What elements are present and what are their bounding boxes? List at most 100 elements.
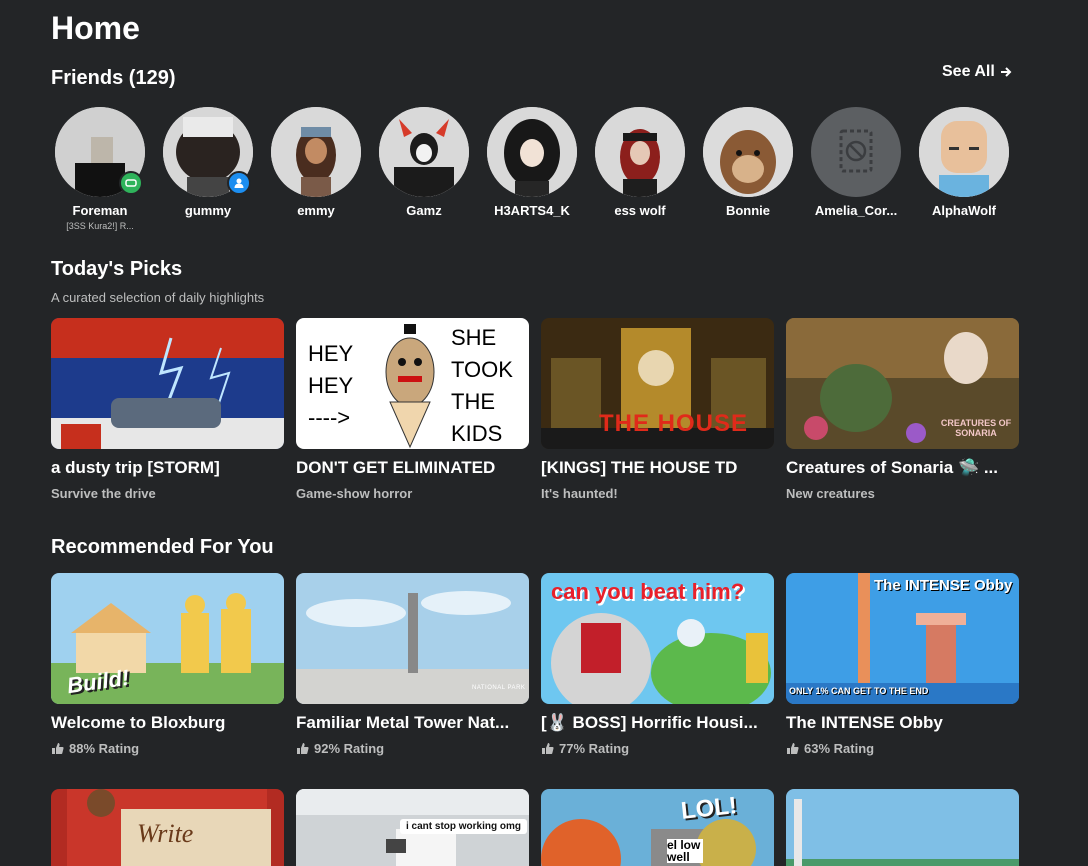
see-all-friends-link[interactable]: See All <box>942 63 1013 81</box>
game-thumbnail[interactable]: Write <box>51 789 284 866</box>
game-title: The INTENSE Obby <box>786 713 943 732</box>
thumb-caption: NATIONAL PARK <box>472 685 526 691</box>
game-thumbnail[interactable] <box>786 789 1019 866</box>
game-title: [KINGS] THE HOUSE TD <box>541 458 738 477</box>
todays-picks-row: a dusty trip [STORM] Survive the drive H… <box>51 318 1019 501</box>
game-thumbnail[interactable]: HEY HEY ----> SHE TOOK THE KIDS <box>296 318 529 449</box>
friend-name: Gamz <box>406 203 442 218</box>
game-rating: 88% Rating <box>51 741 284 756</box>
game-tile[interactable]: Write <box>51 789 284 866</box>
friend-avatar[interactable] <box>487 107 577 197</box>
friend-tile[interactable]: Foreman [3SS Kura2!] R... <box>55 107 145 231</box>
game-title: DON'T GET ELIMINATED <box>296 458 496 477</box>
game-thumbnail[interactable]: can you beat him? <box>541 573 774 704</box>
thumb-caption: Write <box>137 819 194 848</box>
thumbs-up-icon <box>52 743 64 754</box>
friend-avatar[interactable] <box>55 107 145 197</box>
game-tagline: Game-show horror <box>296 486 413 501</box>
game-tagline: New creatures <box>786 486 875 501</box>
friend-avatar[interactable] <box>271 107 361 197</box>
game-thumbnail[interactable]: The INTENSE Obby ONLY 1% CAN GET TO THE … <box>786 573 1019 704</box>
thumb-caption-right: SHE TOOK THE KIDS <box>451 325 513 446</box>
arrow-right-icon <box>1000 67 1012 77</box>
thumb-subcaption: el low well <box>667 839 703 863</box>
game-thumbnail[interactable]: LOL! el low well <box>541 789 774 866</box>
recommended-title: Recommended For You <box>51 536 274 558</box>
thumbs-up-icon <box>787 743 799 754</box>
friend-name: Bonnie <box>725 203 771 218</box>
game-rating: 63% Rating <box>786 741 1019 756</box>
online-icon <box>227 171 251 195</box>
thumb-caption: The INTENSE Obby <box>874 577 1013 594</box>
recommended-row: Build! Welcome to Bloxburg 88% Rating NA… <box>51 573 1019 756</box>
thumbs-up-icon <box>297 743 309 754</box>
game-thumbnail[interactable]: THE HOUSE <box>541 318 774 449</box>
game-tile[interactable]: LOL! el low well <box>541 789 774 866</box>
friend-tile[interactable]: Amelia_Cor... <box>811 107 901 231</box>
game-thumbnail[interactable] <box>51 318 284 449</box>
friend-name: ess wolf <box>614 203 666 218</box>
thumb-caption: can you beat him? <box>551 579 745 604</box>
game-title: [🐰 BOSS] Horrific Housi... <box>541 713 758 732</box>
game-tile[interactable]: a dusty trip [STORM] Survive the drive <box>51 318 284 501</box>
rating-value: 63% Rating <box>804 741 875 756</box>
more-games-row: Write i cant stop working omg LOL! el lo… <box>51 789 1019 866</box>
rating-value: 92% Rating <box>314 741 385 756</box>
speech-bubble: i cant stop working omg <box>400 819 528 834</box>
friend-tile[interactable]: Gamz <box>379 107 469 231</box>
friend-tile[interactable]: gummy <box>163 107 253 231</box>
friend-avatar[interactable] <box>595 107 685 197</box>
todays-picks-title: Today's Picks <box>51 258 183 280</box>
friend-avatar[interactable] <box>811 107 901 197</box>
thumbs-up-icon <box>542 743 554 754</box>
friend-tile[interactable]: Bonnie <box>703 107 793 231</box>
friend-avatar[interactable] <box>163 107 253 197</box>
page-title: Home <box>51 10 140 46</box>
game-tagline: It's haunted! <box>541 486 618 501</box>
game-title: Familiar Metal Tower Nat... <box>296 713 510 732</box>
game-tile[interactable]: The INTENSE Obby ONLY 1% CAN GET TO THE … <box>786 573 1019 756</box>
friend-name: gummy <box>184 203 232 218</box>
game-tagline: Survive the drive <box>51 486 156 501</box>
friends-carousel: Foreman [3SS Kura2!] R... gummy emmy Gam… <box>55 107 1009 231</box>
friend-name: AlphaWolf <box>931 203 997 218</box>
game-thumbnail[interactable]: Build! <box>51 573 284 704</box>
friend-name: H3ARTS4_K <box>494 203 570 218</box>
see-all-label[interactable]: See All <box>942 63 995 81</box>
thumb-subcaption: ONLY 1% CAN GET TO THE END <box>789 686 929 696</box>
friend-avatar[interactable] <box>379 107 469 197</box>
game-tile[interactable]: CREATURES OF SONARIA Creatures of Sonari… <box>786 318 1019 501</box>
game-rating: 77% Rating <box>541 741 774 756</box>
game-tile[interactable]: HEY HEY ----> SHE TOOK THE KIDS DON'T GE… <box>296 318 529 501</box>
friend-tile[interactable]: ess wolf <box>595 107 685 231</box>
game-title: Creatures of Sonaria 🛸 ... <box>786 458 999 477</box>
game-thumbnail[interactable]: i cant stop working omg <box>296 789 529 866</box>
friend-tile[interactable]: AlphaWolf <box>919 107 1009 231</box>
friend-status: [3SS Kura2!] R... <box>66 221 134 231</box>
rating-value: 77% Rating <box>559 741 630 756</box>
friend-name: Foreman <box>72 203 128 218</box>
game-thumbnail[interactable]: CREATURES OF SONARIA <box>786 318 1019 449</box>
game-thumbnail[interactable]: NATIONAL PARK <box>296 573 529 704</box>
game-tile[interactable] <box>786 789 1019 866</box>
game-tile[interactable]: Build! Welcome to Bloxburg 88% Rating <box>51 573 284 756</box>
friend-tile[interactable]: H3ARTS4_K <box>487 107 577 231</box>
friends-title[interactable]: Friends (129) <box>51 67 175 90</box>
friend-avatar[interactable] <box>919 107 1009 197</box>
game-title: a dusty trip [STORM] <box>51 458 220 477</box>
game-tile[interactable]: THE HOUSE [KINGS] THE HOUSE TD It's haun… <box>541 318 774 501</box>
thumb-caption: THE HOUSE <box>599 410 749 437</box>
game-tile[interactable]: i cant stop working omg <box>296 789 529 866</box>
todays-picks-subtitle: A curated selection of daily highlights <box>51 290 265 305</box>
game-tile[interactable]: NATIONAL PARK Familiar Metal Tower Nat..… <box>296 573 529 756</box>
rating-value: 88% Rating <box>69 741 140 756</box>
thumb-caption-left: HEY HEY ----> <box>308 341 354 430</box>
friend-tile[interactable]: emmy <box>271 107 361 231</box>
game-rating: 92% Rating <box>296 741 529 756</box>
friend-name: Amelia_Cor... <box>814 203 898 218</box>
friend-avatar[interactable] <box>703 107 793 197</box>
in-game-icon <box>119 171 143 195</box>
thumb-caption: LOL! <box>679 792 739 825</box>
game-tile[interactable]: can you beat him? [🐰 BOSS] Horrific Hous… <box>541 573 774 756</box>
unavailable-avatar-icon <box>839 129 873 173</box>
